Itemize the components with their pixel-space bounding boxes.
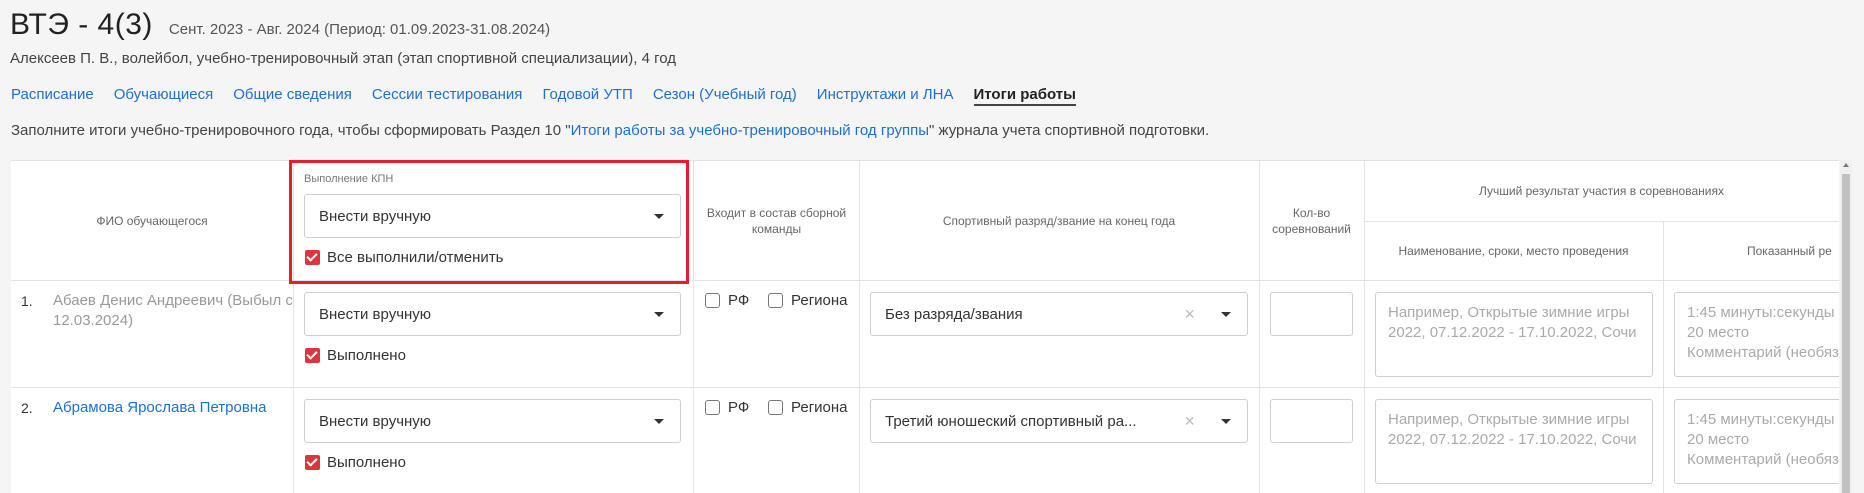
rank-select[interactable]: Третий юношеский спортивный ра... × [870,399,1248,443]
clear-icon[interactable]: × [1184,411,1195,432]
competition-textarea[interactable]: Например, Открытые зимние игры 2022, 07.… [1375,399,1653,484]
column-header-team: Входит в состав сборной команды [706,206,847,236]
column-header-best-result: Показанный ре [1747,244,1832,258]
vertical-scrollbar[interactable] [1840,160,1852,493]
scrollbar-thumb[interactable] [1842,174,1850,493]
tab-season[interactable]: Сезон (Учебный год) [653,86,797,106]
student-name[interactable]: Абрамова Ярослава Петровна [53,398,293,418]
kpn-done-checkbox[interactable] [305,348,320,363]
chevron-down-icon [1221,419,1231,424]
kpn-bulk-select[interactable]: Внести вручную [304,194,681,238]
tab-briefings[interactable]: Инструктажи и ЛНА [817,86,954,106]
tab-bar: Расписание Обучающиеся Общие сведения Се… [11,86,1096,106]
region-checkbox[interactable] [768,400,783,415]
column-header-name: ФИО обучающегося [96,214,208,228]
column-header-kpn: Выполнение КПН [304,173,394,185]
kpn-select[interactable]: Внести вручную [304,292,681,336]
competition-count-input[interactable] [1270,292,1353,336]
column-header-count: Кол-во соревнований [1272,206,1351,236]
rf-label: РФ [728,399,750,416]
tab-students[interactable]: Обучающиеся [114,86,214,106]
kpn-all-checkbox[interactable] [305,250,320,265]
clear-icon[interactable]: × [1184,304,1195,325]
column-header-best-name: Наименование, сроки, место проведения [1398,244,1629,258]
kpn-all-label: Все выполнили/отменить [327,249,504,266]
group-subtitle: Алексеев П. В., волейбол, учебно-трениро… [10,50,676,67]
result-textarea[interactable]: 1:45 минуты:секунды 20 место Комментарий… [1674,292,1839,377]
region-label: Региона [791,399,848,416]
tab-annual-plan[interactable]: Годовой УТП [542,86,632,106]
chevron-down-icon [654,312,664,317]
chevron-down-icon [1221,312,1231,317]
page-title: ВТЭ - 4(3) [10,8,153,41]
region-checkbox[interactable] [768,293,783,308]
chevron-down-icon [654,214,664,219]
rf-checkbox[interactable] [705,293,720,308]
scroll-up-icon[interactable] [1843,163,1849,167]
tab-results[interactable]: Итоги работы [973,86,1076,106]
results-table: ФИО обучающегося Выполнение КПН Внести в… [11,160,1839,493]
row-number: 1. [21,293,33,309]
journal-section-link[interactable]: Итоги работы за учебно-тренировочный год… [571,122,929,139]
page-header: ВТЭ - 4(3) Сент. 2023 - Авг. 2024 (Перио… [10,8,550,42]
kpn-select[interactable]: Внести вручную [304,399,681,443]
rank-select[interactable]: Без разряда/звания × [870,292,1248,336]
kpn-done-checkbox[interactable] [305,455,320,470]
kpn-done-label: Выполнено [327,454,406,471]
row-number: 2. [21,400,33,416]
kpn-done-label: Выполнено [327,347,406,364]
chevron-down-icon [654,419,664,424]
tab-schedule[interactable]: Расписание [11,86,94,106]
rf-label: РФ [728,292,750,309]
tab-general-info[interactable]: Общие сведения [233,86,352,106]
competition-count-input[interactable] [1270,399,1353,443]
instruction-note: Заполните итоги учебно-тренировочного го… [11,122,1210,139]
column-header-best: Лучший результат участия в соревнованиях [1479,184,1724,198]
result-textarea[interactable]: 1:45 минуты:секунды 20 место Комментарий… [1674,399,1839,484]
region-label: Региона [791,292,848,309]
column-header-rank: Спортивный разряд/звание на конец года [942,214,1176,228]
competition-textarea[interactable]: Например, Открытые зимние игры 2022, 07.… [1375,292,1653,377]
student-name: Абаев Денис Андреевич (Выбыл с 12.03.202… [53,292,293,329]
tab-testing-sessions[interactable]: Сессии тестирования [372,86,523,106]
rf-checkbox[interactable] [705,400,720,415]
period-label: Сент. 2023 - Авг. 2024 (Период: 01.09.20… [168,21,551,38]
